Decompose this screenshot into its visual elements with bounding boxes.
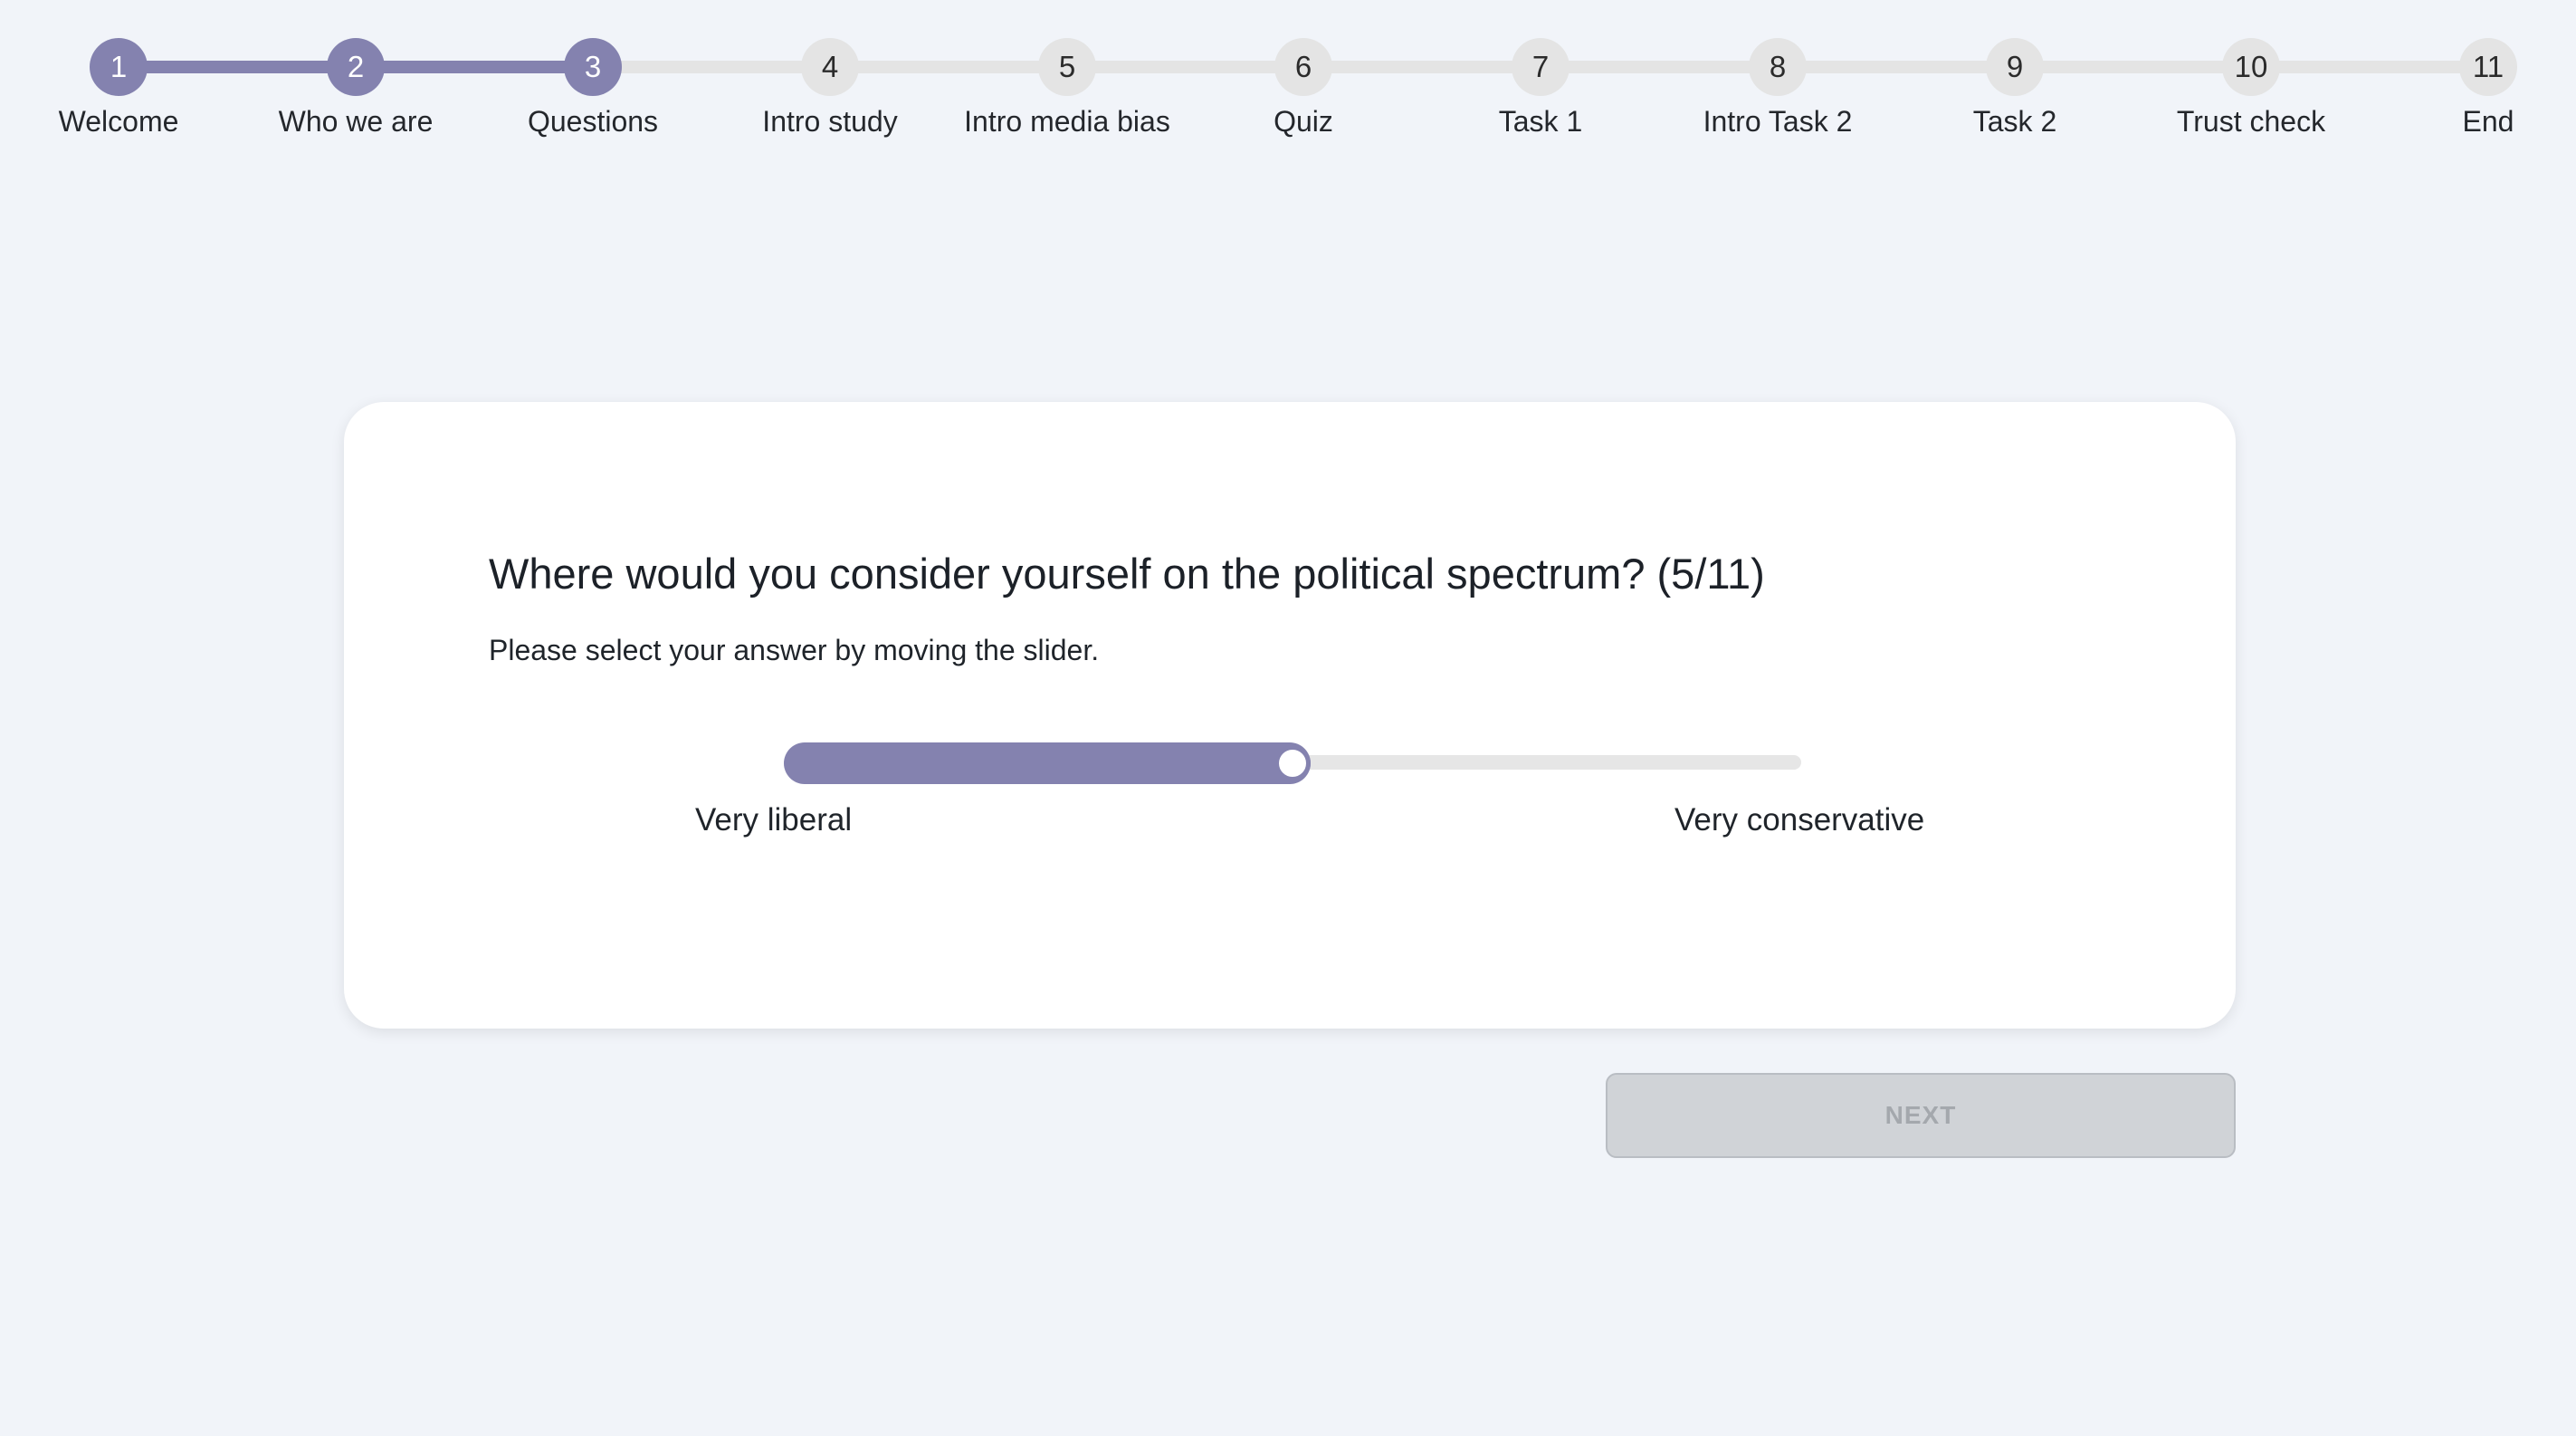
step-number: 10 [2222, 38, 2280, 96]
step-label: End [2462, 105, 2514, 138]
step-number: 7 [1512, 38, 1569, 96]
slider-thumb[interactable] [1274, 745, 1311, 781]
question-card: Where would you consider yourself on the… [344, 402, 2236, 1029]
political-spectrum-slider[interactable] [784, 739, 1801, 784]
step-label: Welcome [58, 105, 179, 138]
step-number: 8 [1749, 38, 1807, 96]
step-trust-check[interactable]: 10 Trust check [2132, 38, 2370, 139]
progress-stepper: 1 Welcome 2 Who we are 3 Questions 4 Int… [0, 0, 2576, 154]
step-number: 9 [1986, 38, 2044, 96]
step-label: Intro media bias [964, 105, 1170, 138]
step-number: 3 [564, 38, 622, 96]
step-number: 4 [801, 38, 859, 96]
step-welcome[interactable]: 1 Welcome [0, 38, 237, 139]
step-label: Who we are [278, 105, 434, 138]
step-questions[interactable]: 3 Questions [474, 38, 711, 139]
step-intro-task-2[interactable]: 8 Intro Task 2 [1659, 38, 1896, 139]
step-end[interactable]: 11 End [2370, 38, 2576, 139]
step-label: Trust check [2176, 105, 2326, 138]
step-intro-study[interactable]: 4 Intro study [711, 38, 949, 139]
step-label: Quiz [1274, 105, 1333, 138]
step-task-2[interactable]: 9 Task 2 [1896, 38, 2133, 139]
step-label: Task 1 [1498, 105, 1583, 138]
step-number: 5 [1038, 38, 1096, 96]
step-task-1[interactable]: 7 Task 1 [1422, 38, 1659, 139]
step-number: 2 [327, 38, 385, 96]
slider-max-label: Very conservative [1674, 802, 1925, 838]
slider-fill [784, 742, 1311, 784]
slider-min-label: Very liberal [695, 802, 853, 838]
question-hint: Please select your answer by moving the … [489, 634, 1100, 666]
step-intro-media-bias[interactable]: 5 Intro media bias [949, 38, 1186, 139]
question-title: Where would you consider yourself on the… [489, 550, 1765, 598]
step-label: Questions [527, 105, 659, 138]
step-number: 6 [1274, 38, 1332, 96]
step-label: Intro Task 2 [1703, 105, 1853, 138]
step-number: 1 [90, 38, 148, 96]
next-button[interactable]: NEXT [1606, 1073, 2236, 1158]
step-who-we-are[interactable]: 2 Who we are [237, 38, 474, 139]
step-quiz[interactable]: 6 Quiz [1185, 38, 1422, 139]
step-number: 11 [2459, 38, 2517, 96]
step-label: Intro study [762, 105, 898, 138]
step-label: Task 2 [1972, 105, 2057, 138]
